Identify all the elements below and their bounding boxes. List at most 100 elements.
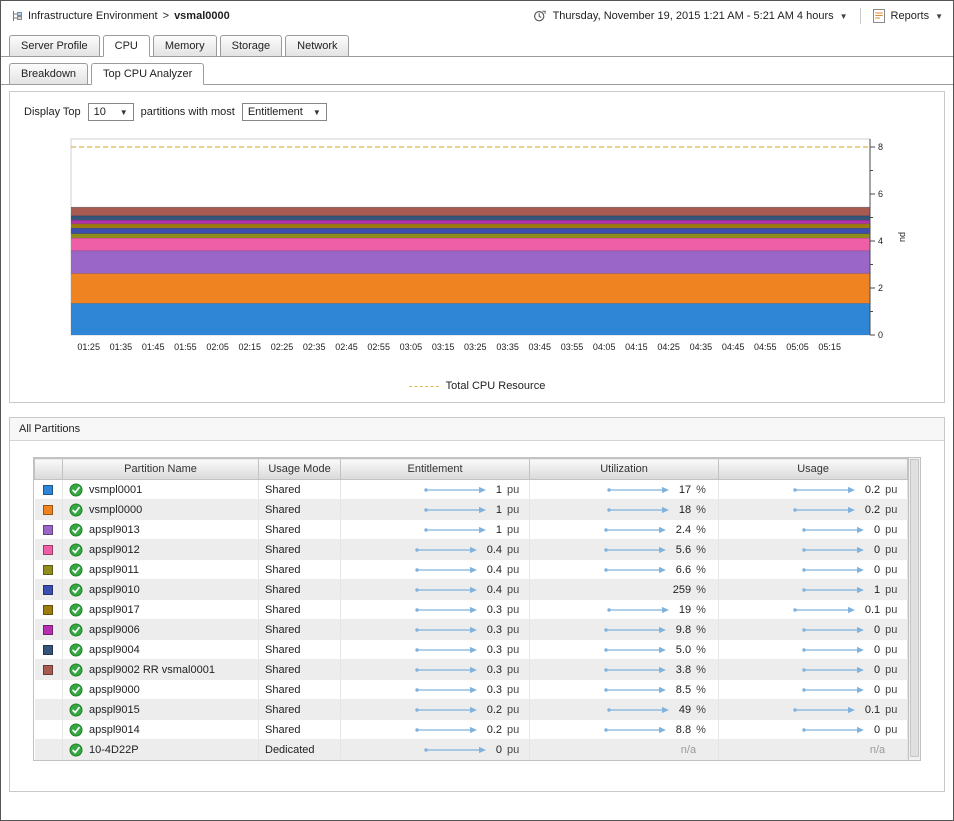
utilization-value: 49: [679, 704, 691, 716]
status-ok-icon: [69, 743, 83, 757]
series-color-swatch: [43, 665, 53, 675]
partition-name-cell[interactable]: apspl9000: [63, 680, 259, 700]
partition-row[interactable]: apspl9014Shared0.2pu8.8%0pu: [35, 720, 908, 740]
col-header-entitlement[interactable]: Entitlement: [341, 459, 530, 480]
partition-name-cell[interactable]: apspl9010: [63, 580, 259, 600]
metric-select[interactable]: Entitlement ▼: [242, 103, 327, 121]
svg-text:01:55: 01:55: [174, 342, 197, 352]
all-partitions-panel: All Partitions Partition NameUsage ModeE…: [9, 417, 945, 792]
trend-arrow-icon: [414, 605, 480, 615]
partition-name-cell[interactable]: 10-4D22P: [63, 740, 259, 760]
trend-arrow-icon: [414, 685, 480, 695]
utilization-cell: 3.8%: [530, 660, 719, 680]
entitlement-unit: pu: [507, 564, 523, 576]
partition-row[interactable]: vsmpl0001Shared1pu17%0.2pu: [35, 480, 908, 500]
usage-cell: 0pu: [719, 560, 908, 580]
usage-cell: 0.1pu: [719, 600, 908, 620]
partition-name-cell[interactable]: apspl9015: [63, 700, 259, 720]
col-header-usage-mode[interactable]: Usage Mode: [259, 459, 341, 480]
partition-name-cell[interactable]: apspl9012: [63, 540, 259, 560]
partition-row[interactable]: vsmpl0000Shared1pu18%0.2pu: [35, 500, 908, 520]
partition-name: apspl9015: [89, 704, 140, 716]
cpu-stacked-area-chart[interactable]: 02468pu01:2501:3501:4501:5502:0502:1502:…: [70, 129, 934, 380]
partition-row[interactable]: 10-4D22PDedicated0pun/an/a: [35, 740, 908, 760]
entitlement-cell: 0.4pu: [341, 560, 530, 580]
tab-network[interactable]: Network: [285, 35, 349, 57]
partition-name-cell[interactable]: apspl9014: [63, 720, 259, 740]
status-ok-icon: [69, 503, 83, 517]
utilization-value: 5.6: [676, 544, 691, 556]
subtab-top-cpu-analyzer[interactable]: Top CPU Analyzer: [91, 63, 204, 85]
trend-arrow-icon: [792, 705, 858, 715]
partition-row[interactable]: apspl9002 RR vsmal0001Shared0.3pu3.8%0pu: [35, 660, 908, 680]
tab-memory[interactable]: Memory: [153, 35, 217, 57]
top-count-select[interactable]: 10 ▼: [88, 103, 134, 121]
partition-row[interactable]: apspl9006Shared0.3pu9.8%0pu: [35, 620, 908, 640]
subtab-breakdown[interactable]: Breakdown: [9, 63, 88, 85]
trend-arrow-icon: [423, 745, 489, 755]
utilization-cell: 49%: [530, 700, 719, 720]
trend-arrow-icon: [603, 625, 669, 635]
status-ok-icon: [69, 583, 83, 597]
partition-name-cell[interactable]: apspl9013: [63, 520, 259, 540]
trend-arrow-icon: [423, 485, 489, 495]
scrollbar-thumb[interactable]: [910, 459, 919, 757]
partition-row[interactable]: apspl9011Shared0.4pu6.6%0pu: [35, 560, 908, 580]
swatch-cell: [35, 520, 63, 540]
series-color-swatch: [43, 485, 53, 495]
time-range-caret-icon[interactable]: ▼: [840, 12, 848, 21]
partition-row[interactable]: apspl9000Shared0.3pu8.5%0pu: [35, 680, 908, 700]
breadcrumb-root[interactable]: Infrastructure Environment: [28, 10, 158, 22]
partition-name-cell[interactable]: vsmpl0000: [63, 500, 259, 520]
partition-row[interactable]: apspl9012Shared0.4pu5.6%0pu: [35, 540, 908, 560]
all-partitions-table-area: Partition NameUsage ModeEntitlementUtili…: [10, 441, 944, 791]
utilization-value: 259: [673, 584, 691, 596]
tab-storage[interactable]: Storage: [220, 35, 283, 57]
status-ok-icon: [69, 623, 83, 637]
partition-row[interactable]: apspl9010Shared0.4pu259%1pu: [35, 580, 908, 600]
trend-arrow-icon: [414, 665, 480, 675]
svg-text:8: 8: [878, 142, 883, 152]
trend-arrow-icon: [414, 705, 480, 715]
partition-row[interactable]: apspl9004Shared0.3pu5.0%0pu: [35, 640, 908, 660]
reports-caret-icon[interactable]: ▼: [935, 12, 943, 21]
usage-unit: pu: [885, 544, 901, 556]
partition-name-cell[interactable]: apspl9004: [63, 640, 259, 660]
usage-na-value: n/a: [870, 744, 901, 756]
partition-name-cell[interactable]: apspl9006: [63, 620, 259, 640]
sub-tabs: BreakdownTop CPU Analyzer: [1, 59, 953, 85]
status-ok-icon: [69, 483, 83, 497]
partition-row[interactable]: apspl9015Shared0.2pu49%0.1pu: [35, 700, 908, 720]
usage-unit: pu: [885, 664, 901, 676]
col-header-utilization[interactable]: Utilization: [530, 459, 719, 480]
usage-unit: pu: [885, 644, 901, 656]
partition-name: apspl9000: [89, 684, 140, 696]
main-tabs: Server ProfileCPUMemoryStorageNetwork: [1, 31, 953, 57]
utilization-unit: %: [696, 604, 712, 616]
partition-name-cell[interactable]: apspl9002 RR vsmal0001: [63, 660, 259, 680]
trend-arrow-icon: [801, 525, 867, 535]
partition-row[interactable]: apspl9013Shared1pu2.4%0pu: [35, 520, 908, 540]
reports-label[interactable]: Reports: [891, 10, 930, 22]
col-header-usage[interactable]: Usage: [719, 459, 908, 480]
trend-arrow-icon: [603, 685, 669, 695]
col-header-partition-name[interactable]: Partition Name: [63, 459, 259, 480]
divider: [860, 8, 861, 24]
partition-row[interactable]: apspl9017Shared0.3pu19%0.1pu: [35, 600, 908, 620]
trend-arrow-icon: [606, 505, 672, 515]
partition-name-cell[interactable]: apspl9017: [63, 600, 259, 620]
usage-value: 0: [874, 664, 880, 676]
utilization-cell: 2.4%: [530, 520, 719, 540]
tab-cpu[interactable]: CPU: [103, 35, 150, 57]
status-ok-icon: [69, 643, 83, 657]
tab-server-profile[interactable]: Server Profile: [9, 35, 100, 57]
partition-name-cell[interactable]: apspl9011: [63, 560, 259, 580]
svg-text:05:15: 05:15: [818, 342, 841, 352]
status-ok-icon: [69, 703, 83, 717]
svg-text:03:05: 03:05: [400, 342, 423, 352]
partition-name-cell[interactable]: vsmpl0001: [63, 480, 259, 500]
utilization-cell: 18%: [530, 500, 719, 520]
time-range-label[interactable]: Thursday, November 19, 2015 1:21 AM - 5:…: [553, 10, 834, 22]
entitlement-value: 0.2: [487, 724, 502, 736]
table-scrollbar[interactable]: [908, 458, 920, 760]
